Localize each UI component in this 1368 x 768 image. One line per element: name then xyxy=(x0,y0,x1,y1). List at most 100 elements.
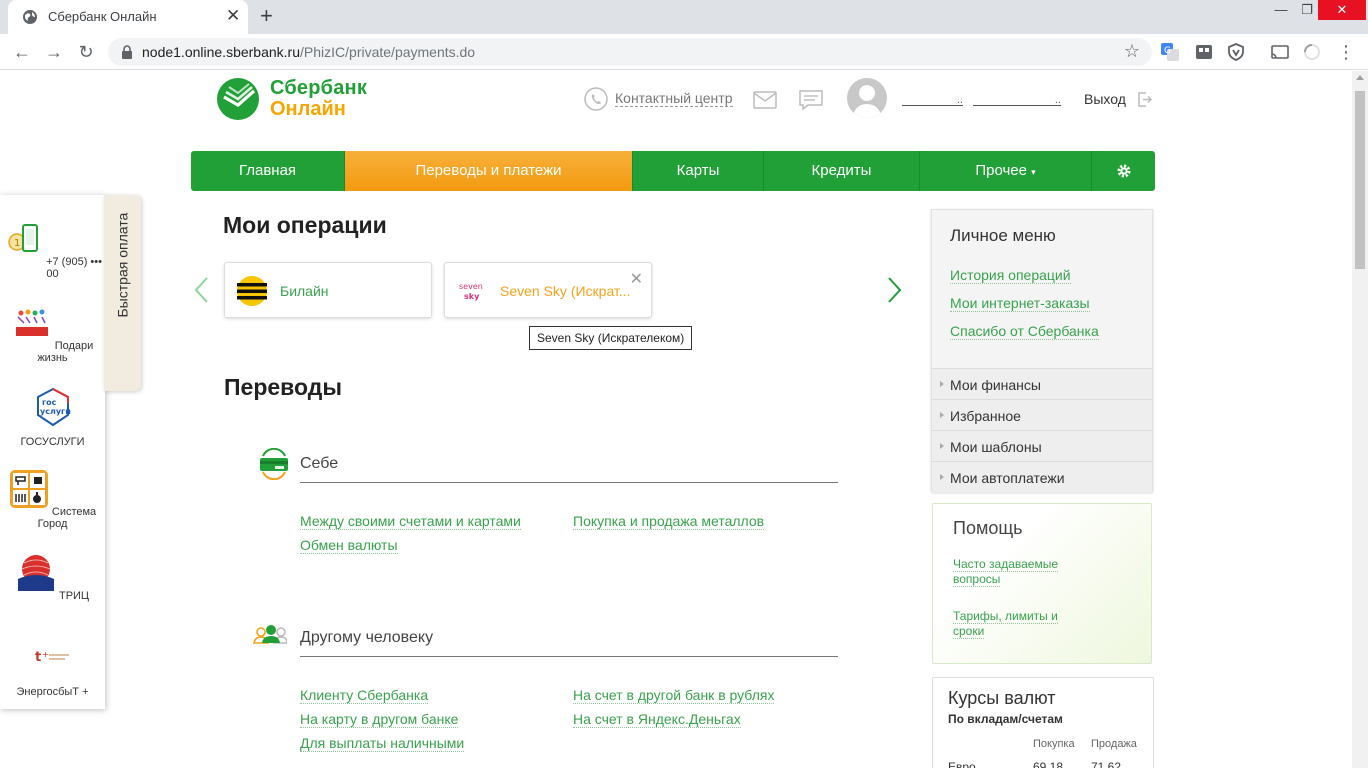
messages-icon[interactable] xyxy=(798,89,824,111)
sberbank-logo[interactable]: Сбербанк Онлайн xyxy=(216,75,376,123)
link-cash-payout[interactable]: Для выплаты наличными xyxy=(300,735,465,752)
link-operation-history[interactable]: История операций xyxy=(950,267,1071,284)
energosbyt-logo-icon: t + xyxy=(35,650,69,665)
tab-title: Сбербанк Онлайн xyxy=(48,9,157,24)
rates-col-sell: Продажа xyxy=(1091,738,1137,750)
operation-card-label: Seven Sky (Искрат... xyxy=(500,283,631,299)
chevron-left-icon[interactable] xyxy=(193,276,209,304)
menu-row-favorites[interactable]: Избранное xyxy=(932,399,1152,430)
chevron-down-icon: ▾ xyxy=(1031,167,1036,177)
bookmark-star-icon[interactable]: ☆ xyxy=(1124,41,1140,62)
svg-text:t: t xyxy=(35,650,41,665)
contact-center-link[interactable]: Контактный центр xyxy=(615,90,733,107)
link-currency-exchange[interactable]: Обмен валюты xyxy=(300,537,398,554)
chevron-right-icon xyxy=(940,412,944,418)
svg-text:гос: гос xyxy=(42,398,57,407)
mail-icon[interactable] xyxy=(753,91,777,109)
page: Сбербанк Онлайн Контактный центр .. .. В… xyxy=(0,71,1352,768)
browser-menu-icon[interactable]: ⋮ xyxy=(1334,40,1358,64)
chevron-right-icon[interactable] xyxy=(887,276,903,304)
globe-icon xyxy=(23,10,37,24)
help-box: Помощь Часто задаваемые вопросы Тарифы, … xyxy=(932,503,1152,664)
link-yandex-money[interactable]: На счет в Яндекс.Деньгах xyxy=(573,711,741,728)
sberbank-logo-icon xyxy=(217,78,259,120)
window-close-icon[interactable]: ✕ xyxy=(1318,0,1366,20)
forward-icon[interactable]: → xyxy=(42,40,66,64)
mobile-phone-icon: 1 xyxy=(8,224,39,252)
help-title: Помощь xyxy=(953,518,1023,538)
address-bar[interactable]: node1.online.sberbank.ru/PhizIC/private/… xyxy=(108,38,1152,66)
operation-card-seven-sky[interactable]: seven sky Seven Sky (Искрат... ✕ xyxy=(444,262,652,318)
browser-toolbar: ← → ↻ node1.online.sberbank.ru/PhizIC/pr… xyxy=(0,34,1368,70)
phone-icon[interactable] xyxy=(584,87,608,111)
svg-text:G: G xyxy=(1164,46,1171,56)
seven-sky-logo-icon: seven sky xyxy=(459,282,483,301)
scroll-up-arrow-icon[interactable] xyxy=(1356,75,1364,80)
close-icon[interactable]: ✕ xyxy=(630,269,643,289)
user-surname-link[interactable]: .. xyxy=(973,95,1061,106)
link-sberbank-client[interactable]: Клиенту Сбербанка xyxy=(300,687,429,704)
operation-card-label: Билайн xyxy=(280,283,329,299)
beeline-logo-icon xyxy=(237,276,267,306)
nav-item-other[interactable]: Прочее ▾ xyxy=(920,151,1092,191)
nav-item-transfers-payments[interactable]: Переводы и платежи xyxy=(345,151,633,191)
translate-icon[interactable]: G xyxy=(1160,42,1180,62)
avatar[interactable] xyxy=(847,78,887,118)
link-faq[interactable]: Часто задаваемые вопросы xyxy=(953,557,1083,587)
link-card-other-bank[interactable]: На карту в другом банке xyxy=(300,711,459,728)
quick-pay-item-gosuslugi[interactable]: гос услуги ГОСУСЛУГИ xyxy=(0,387,105,448)
nav-item-credits[interactable]: Кредиты xyxy=(764,151,920,191)
link-metals[interactable]: Покупка и продажа металлов xyxy=(573,513,765,530)
exchange-rates: Курсы валют По вкладам/счетам Покупка Пр… xyxy=(932,677,1154,768)
loading-spinner-icon xyxy=(1304,44,1320,60)
my-operations-heading: Мои операции xyxy=(223,212,387,238)
logout-link[interactable]: Выход xyxy=(1084,91,1126,107)
quick-pay-label: +7 (905) ••• 00 xyxy=(46,256,102,280)
quick-pay-item-tric[interactable]: ТРИЦ xyxy=(0,553,105,602)
extension-icon[interactable] xyxy=(1194,42,1214,62)
nav-item-cards[interactable]: Карты xyxy=(633,151,764,191)
svg-text:sky: sky xyxy=(464,292,480,301)
scrollbar[interactable] xyxy=(1352,71,1368,768)
self-transfer-icon xyxy=(260,448,288,480)
personal-menu-title: Личное меню xyxy=(950,226,1056,245)
cast-icon[interactable] xyxy=(1270,42,1290,62)
back-icon[interactable]: ← xyxy=(10,40,34,64)
user-name-link[interactable]: .. xyxy=(902,95,963,106)
link-between-own-accounts[interactable]: Между своими счетами и картами xyxy=(300,513,521,530)
tooltip: Seven Sky (Искрателеком) xyxy=(529,326,693,350)
quick-pay-item-energosbyt[interactable]: t + ЭнергосбыТ + xyxy=(0,637,105,698)
menu-row-my-finances[interactable]: Мои финансы xyxy=(932,368,1152,399)
link-spasibo[interactable]: Спасибо от Сбербанка xyxy=(950,323,1099,340)
tric-logo-icon xyxy=(17,555,54,591)
section-title-other-person: Другому человеку xyxy=(300,629,434,646)
divider xyxy=(300,656,838,657)
transfers-heading: Переводы xyxy=(224,374,342,400)
gear-icon xyxy=(1117,164,1130,178)
reload-icon[interactable]: ↻ xyxy=(74,40,98,64)
shield-icon[interactable] xyxy=(1226,42,1246,62)
link-tariffs[interactable]: Тарифы, лимиты и сроки xyxy=(953,609,1083,639)
new-tab-icon[interactable]: + xyxy=(260,4,273,28)
scroll-thumb[interactable] xyxy=(1355,91,1365,269)
quick-pay-item-sistema-gorod[interactable]: Система Город xyxy=(0,469,105,530)
logo-text-sberbank: Сбербанк xyxy=(270,77,368,99)
charity-logo-icon xyxy=(15,309,48,336)
logo-text-online: Онлайн xyxy=(270,98,346,120)
people-icon xyxy=(253,625,287,644)
rates-row-currency: Евро xyxy=(948,760,976,768)
link-internet-orders[interactable]: Мои интернет-заказы xyxy=(950,295,1090,312)
settings-button[interactable] xyxy=(1092,151,1155,191)
close-tab-icon[interactable]: ✕ xyxy=(226,6,240,26)
quick-pay-item-phone[interactable]: 1 +7 (905) ••• 00 xyxy=(0,219,105,280)
quick-pay-item-podari-zhizn[interactable]: Подари жизнь xyxy=(0,303,105,364)
logout-icon[interactable] xyxy=(1137,92,1152,107)
nav-item-home[interactable]: Главная xyxy=(191,151,345,191)
menu-row-my-templates[interactable]: Мои шаблоны xyxy=(932,430,1152,461)
browser-tab[interactable]: Сбербанк Онлайн ✕ xyxy=(8,0,248,34)
menu-row-autopayments[interactable]: Мои автоплатежи xyxy=(932,461,1152,492)
svg-text:seven: seven xyxy=(459,282,483,291)
operation-card-beeline[interactable]: Билайн xyxy=(224,262,432,318)
chevron-right-icon xyxy=(940,381,944,387)
link-other-bank-rubles[interactable]: На счет в другой банк в рублях xyxy=(573,687,775,704)
